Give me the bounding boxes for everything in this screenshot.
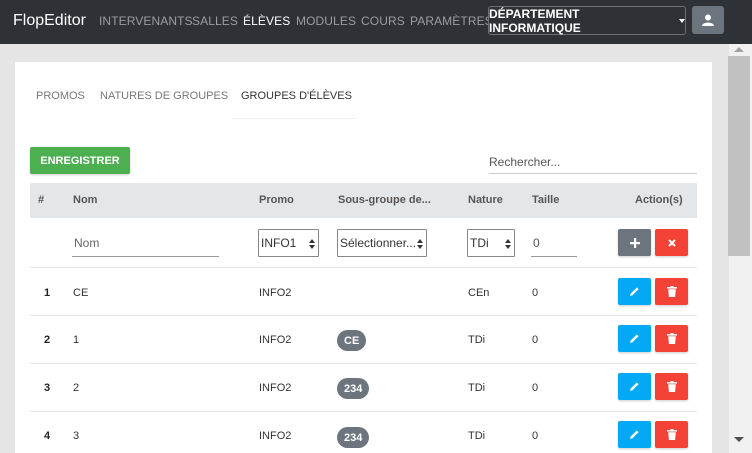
new-group-size-input[interactable] [531, 230, 577, 257]
row-nature: TDi [468, 334, 486, 346]
delete-button[interactable] [655, 325, 688, 352]
trash-icon [666, 286, 677, 297]
search-input[interactable] [489, 150, 697, 174]
column-header-actions: Action(s) [635, 194, 683, 206]
department-dropdown[interactable]: DÉPARTEMENT INFORMATIQUE [488, 6, 686, 35]
promo-select-value: INFO1 [261, 236, 297, 250]
column-header-sous-groupe: Sous-groupe de... [338, 194, 431, 206]
select-arrows-icon [505, 239, 511, 249]
active-tab-indicator [232, 118, 356, 119]
edit-button[interactable] [618, 421, 651, 448]
row-promo: INFO2 [259, 334, 292, 346]
row-name: 3 [73, 430, 80, 442]
new-group-nature-select[interactable]: TDi [467, 229, 515, 257]
subgroup-badge: 234 [337, 427, 370, 448]
select-arrows-icon [309, 239, 315, 249]
department-label: DÉPARTEMENT INFORMATIQUE [489, 6, 581, 35]
row-size: 0 [532, 382, 539, 394]
row-size: 0 [532, 430, 539, 442]
select-arrows-icon [417, 239, 423, 249]
nav-link-salles[interactable]: SALLES [192, 14, 238, 28]
row-divider [30, 363, 697, 364]
delete-button[interactable] [655, 278, 688, 305]
scroll-down-arrow-icon[interactable] [734, 437, 744, 442]
app-brand[interactable]: FlopEditor [13, 12, 86, 30]
tab-groupes-eleves[interactable]: GROUPES D'ÉLÈVES [241, 90, 352, 102]
row-size: 0 [532, 287, 539, 299]
delete-button[interactable] [655, 373, 688, 400]
pencil-icon [630, 334, 639, 343]
close-icon [667, 238, 676, 247]
subgroup-badge: CE [337, 330, 367, 351]
clear-row-button[interactable] [655, 229, 688, 256]
user-icon [702, 14, 714, 26]
row-index: 2 [44, 334, 51, 346]
row-name: 2 [73, 382, 80, 394]
row-name: CE [73, 287, 89, 299]
row-nature: TDi [468, 382, 486, 394]
nav-link-eleves[interactable]: ÉLÈVES [243, 14, 290, 28]
nav-link-intervenants[interactable]: INTERVENANTS [99, 14, 193, 28]
column-header-nature: Nature [468, 194, 503, 206]
add-group-button[interactable] [618, 229, 651, 256]
caret-down-icon [679, 18, 685, 23]
new-group-promo-select[interactable]: INFO1 [258, 229, 319, 257]
row-index: 3 [44, 382, 51, 394]
row-name: 1 [73, 334, 80, 346]
trash-icon [666, 429, 677, 440]
row-divider [30, 267, 697, 268]
new-group-name-input[interactable] [72, 230, 219, 257]
column-header-taille: Taille [532, 194, 560, 206]
trash-icon [666, 381, 677, 392]
edit-button[interactable] [618, 325, 651, 352]
plus-icon [629, 237, 640, 248]
edit-button[interactable] [618, 373, 651, 400]
pencil-icon [630, 430, 639, 439]
tab-promos[interactable]: PROMOS [36, 90, 85, 102]
scrollbar-thumb[interactable] [728, 56, 750, 256]
row-divider [30, 315, 697, 316]
row-index: 4 [44, 430, 51, 442]
row-size: 0 [532, 334, 539, 346]
row-divider [30, 411, 697, 412]
row-nature: CEn [468, 287, 490, 299]
trash-icon [666, 333, 677, 344]
column-header-promo: Promo [259, 194, 294, 206]
new-group-subgroup-select[interactable]: Sélectionner... [337, 229, 427, 257]
scroll-up-arrow-icon[interactable] [734, 47, 744, 52]
row-index: 1 [44, 287, 51, 299]
subgroup-select-value: Sélectionner... [340, 236, 417, 250]
pencil-icon [630, 287, 639, 296]
column-header-nom: Nom [73, 194, 98, 206]
delete-button[interactable] [655, 421, 688, 448]
save-button[interactable]: ENREGISTRER [30, 147, 130, 174]
pencil-icon [630, 382, 639, 391]
subgroup-badge: 234 [337, 378, 370, 399]
nav-link-parametres[interactable]: PARAMÈTRES [410, 14, 493, 28]
edit-button[interactable] [618, 278, 651, 305]
nav-link-modules[interactable]: MODULES [296, 14, 356, 28]
nature-select-value: TDi [470, 236, 489, 250]
row-promo: INFO2 [259, 382, 292, 394]
row-promo: INFO2 [259, 430, 292, 442]
row-promo: INFO2 [259, 287, 292, 299]
user-menu-button[interactable] [692, 6, 724, 34]
nav-link-cours[interactable]: COURS [361, 14, 405, 28]
row-nature: TDi [468, 430, 486, 442]
column-header-index: # [38, 194, 45, 206]
tab-natures-de-groupes[interactable]: NATURES DE GROUPES [100, 90, 228, 102]
